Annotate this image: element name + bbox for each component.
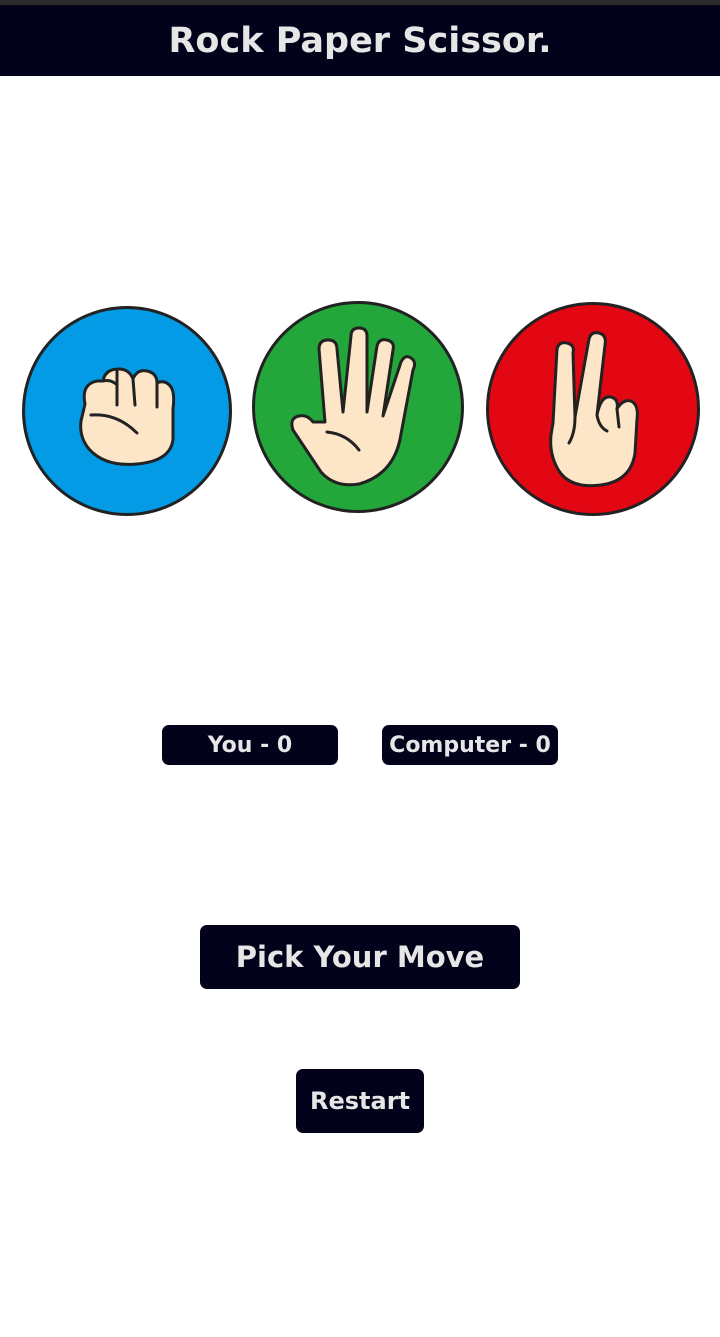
restart-button[interactable]: Restart bbox=[296, 1069, 424, 1133]
scissors-button[interactable] bbox=[486, 302, 700, 516]
page-title: Rock Paper Scissor. bbox=[168, 20, 552, 61]
computer-score-badge: Computer - 0 bbox=[382, 725, 558, 765]
app-header: Rock Paper Scissor. bbox=[0, 5, 720, 76]
rock-fist-icon bbox=[79, 367, 176, 466]
paper-hand-icon bbox=[290, 326, 417, 487]
player-score-badge: You - 0 bbox=[162, 725, 338, 765]
scissors-hand-icon bbox=[549, 331, 639, 488]
pick-move-button[interactable]: Pick Your Move bbox=[200, 925, 520, 989]
paper-button[interactable] bbox=[252, 301, 464, 513]
rock-button[interactable] bbox=[22, 306, 232, 516]
